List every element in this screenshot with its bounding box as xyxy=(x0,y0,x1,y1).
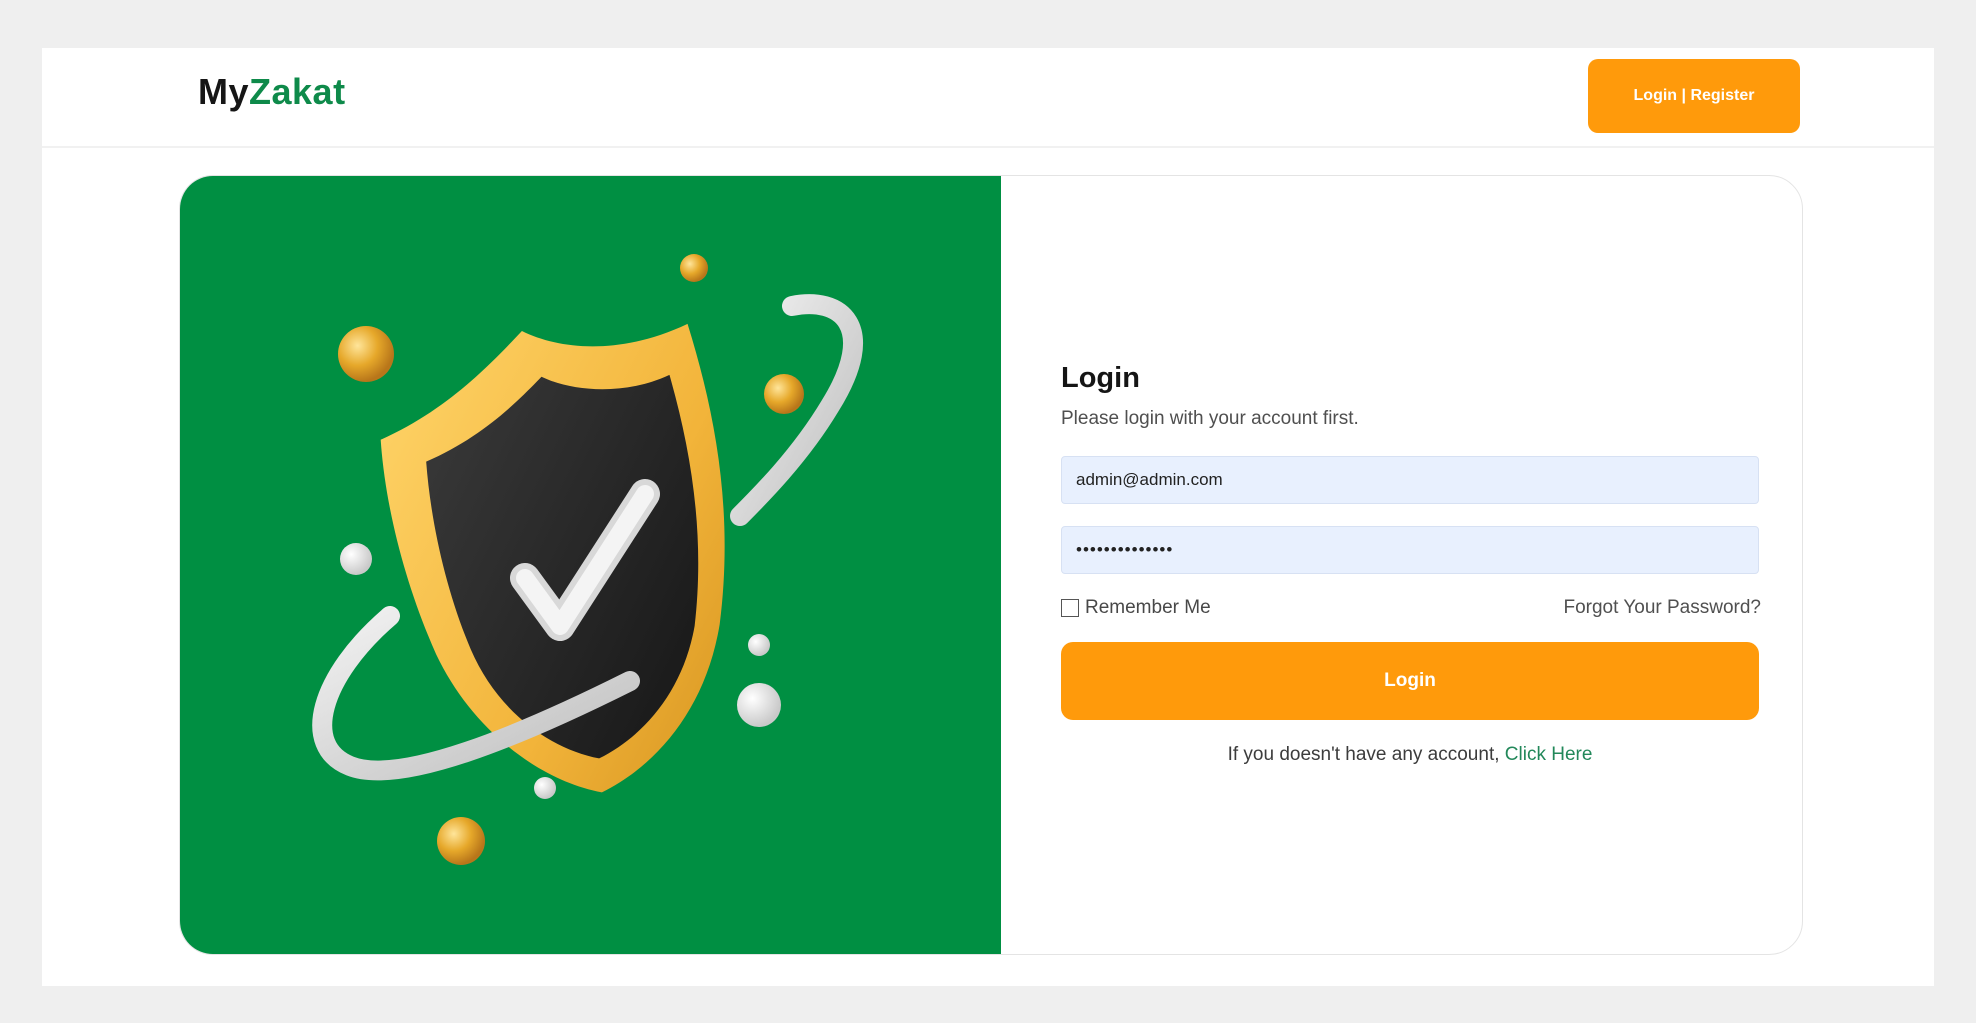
login-title: Login xyxy=(1061,362,1140,394)
remember-me[interactable]: Remember Me xyxy=(1061,597,1211,619)
login-register-button[interactable]: Login | Register xyxy=(1588,59,1800,133)
email-field[interactable] xyxy=(1061,456,1759,504)
login-submit-button[interactable]: Login xyxy=(1061,642,1759,720)
brand-logo[interactable]: MyZakat xyxy=(198,71,346,113)
forgot-password-link[interactable]: Forgot Your Password? xyxy=(1563,597,1761,619)
top-navbar: MyZakat Login | Register xyxy=(42,48,1934,148)
remember-me-label: Remember Me xyxy=(1085,597,1211,618)
login-subtitle: Please login with your account first. xyxy=(1061,408,1359,429)
brand-logo-part1: My xyxy=(198,71,250,112)
password-field[interactable] xyxy=(1061,526,1759,574)
login-card: Login Please login with your account fir… xyxy=(179,175,1803,955)
remember-me-checkbox[interactable] xyxy=(1061,599,1079,617)
register-link[interactable]: Click Here xyxy=(1505,744,1593,765)
shield-checkmark-icon xyxy=(312,254,863,865)
login-form: Login Please login with your account fir… xyxy=(1061,176,1761,954)
hero-panel xyxy=(180,176,1001,954)
page-frame: MyZakat Login | Register Login Please lo… xyxy=(42,48,1934,986)
register-prompt-text: If you doesn't have any account, xyxy=(1227,744,1500,765)
brand-logo-part2: Zakat xyxy=(249,71,346,112)
register-prompt: If you doesn't have any account, Click H… xyxy=(1061,744,1759,766)
